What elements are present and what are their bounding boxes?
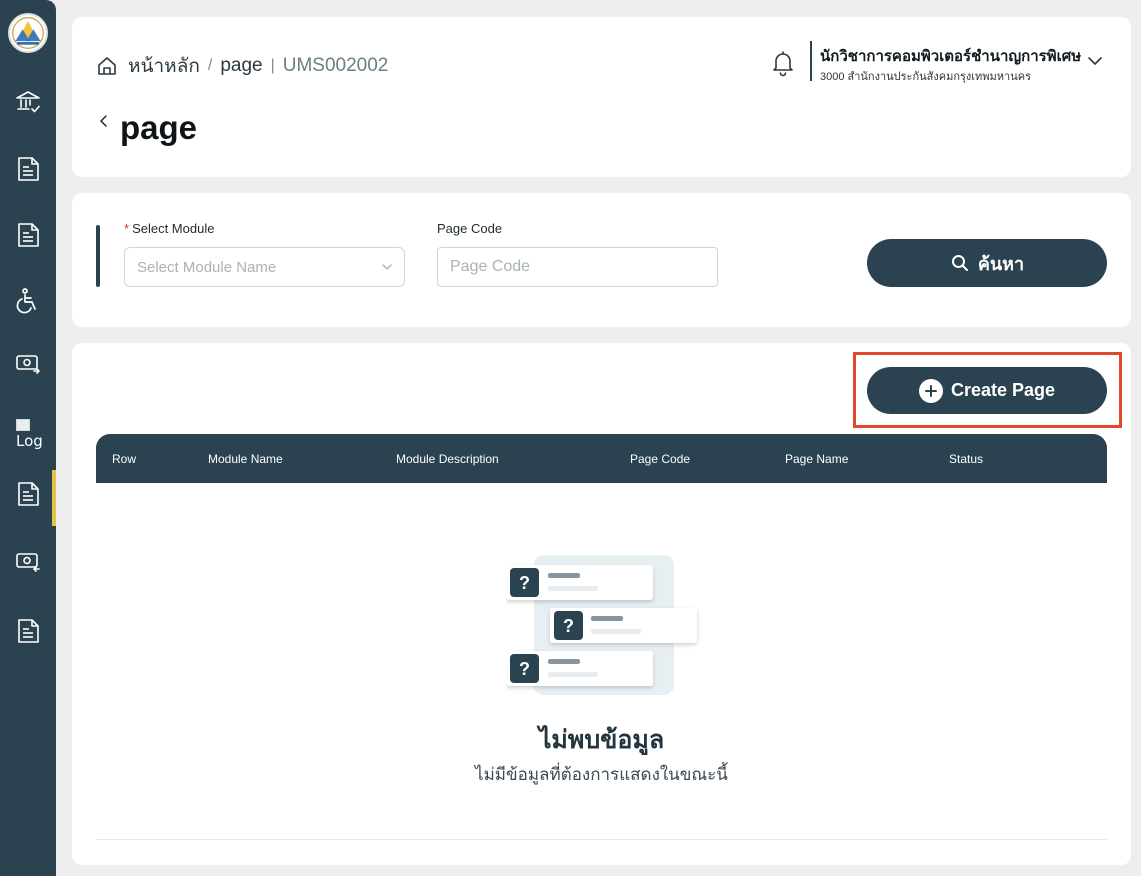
document-icon <box>18 619 39 643</box>
plus-circle-icon <box>918 378 943 403</box>
sso-logo[interactable] <box>8 13 48 53</box>
breadcrumb-separator: / <box>207 57 213 74</box>
column-header-status: Status <box>949 452 984 466</box>
module-select[interactable]: Select Module Name <box>124 247 405 287</box>
page-code-input[interactable] <box>437 247 718 287</box>
chevron-down-icon <box>382 264 392 270</box>
title-row: page <box>96 109 197 147</box>
home-icon[interactable] <box>96 55 118 77</box>
page-title: page <box>120 109 198 146</box>
search-accent-bar <box>96 225 100 287</box>
broken-image-alt: Log <box>16 432 43 450</box>
breadcrumb-home[interactable]: หน้าหลัก <box>128 51 200 81</box>
sidebar-item-disability[interactable] <box>0 277 56 325</box>
column-header-page-code: Page Code <box>630 452 691 466</box>
user-organization: 3000 สำนักงานประกันสังคมกรุงเทพมหานคร <box>820 71 1032 83</box>
sidebar-item-document-3[interactable] <box>0 607 56 655</box>
user-divider <box>810 41 812 81</box>
document-icon <box>18 482 39 506</box>
create-page-label: Create Page <box>950 380 1056 400</box>
page-code-label: Page Code <box>437 221 503 236</box>
svg-text:?: ? <box>519 659 530 679</box>
module-select-placeholder: Select Module Name <box>137 258 277 276</box>
column-header-module-name: Module Name <box>208 452 283 466</box>
sidebar-item-payment[interactable] <box>0 339 56 387</box>
module-label: * Select Module <box>124 221 214 236</box>
document-icon <box>18 157 39 181</box>
breadcrumb-page[interactable]: page <box>220 55 262 77</box>
user-name[interactable]: นักวิชาการคอมพิวเตอร์ชำนาญการพิเศษ <box>820 44 1081 68</box>
breadcrumb-current: UMS002002 <box>282 55 389 76</box>
column-header-module-description: Module Description <box>396 452 499 466</box>
column-header-page-name: Page Name <box>785 452 849 466</box>
page-header-card: หน้าหลัก / page | UMS002002 page นักวิชา… <box>72 17 1131 177</box>
notification-bell-icon[interactable] <box>770 49 796 77</box>
money-transfer-icon <box>16 553 40 572</box>
results-card: Create Page Row Module Name Module Descr… <box>72 343 1131 865</box>
sidebar: Log <box>0 0 56 876</box>
sidebar-item-document-active[interactable] <box>0 470 56 526</box>
logo-emblem-icon <box>12 17 44 49</box>
svg-text:?: ? <box>519 573 530 593</box>
chevron-down-icon[interactable] <box>1086 53 1104 69</box>
empty-state-subtitle: ไม่มีข้อมูลที่ต้องการแสดงในขณะนี้ <box>475 765 728 784</box>
table-bottom-divider <box>96 839 1107 840</box>
empty-state-illustration-icon: ? ? ? <box>506 555 697 695</box>
sidebar-item-document-1[interactable] <box>0 145 56 193</box>
svg-text:?: ? <box>563 616 574 636</box>
table-header: Row Module Name Module Description Page … <box>96 434 1107 483</box>
search-icon <box>951 255 968 271</box>
sidebar-item-refund[interactable] <box>0 537 56 585</box>
sidebar-item-bank[interactable] <box>0 78 56 126</box>
column-header-row: Row <box>112 452 137 466</box>
money-transfer-icon <box>16 355 40 374</box>
search-card: * Select Module Select Module Name Page C… <box>72 193 1131 327</box>
back-chevron-icon[interactable] <box>96 113 112 129</box>
bank-check-icon <box>16 91 40 113</box>
search-button-label: ค้นหา <box>977 253 1025 274</box>
document-icon <box>18 223 39 247</box>
broken-image-icon: Log <box>16 419 46 449</box>
module-label-text: Select Module <box>132 221 215 236</box>
wheelchair-icon <box>16 288 36 314</box>
empty-state-title: ไม่พบข้อมูล <box>538 726 665 754</box>
breadcrumb: หน้าหลัก / page | UMS002002 <box>96 51 388 81</box>
search-button[interactable]: ค้นหา <box>867 239 1107 287</box>
required-asterisk: * <box>124 221 130 236</box>
sidebar-item-document-2[interactable] <box>0 211 56 259</box>
breadcrumb-separator: | <box>270 57 275 74</box>
create-page-button[interactable]: Create Page <box>867 367 1107 414</box>
